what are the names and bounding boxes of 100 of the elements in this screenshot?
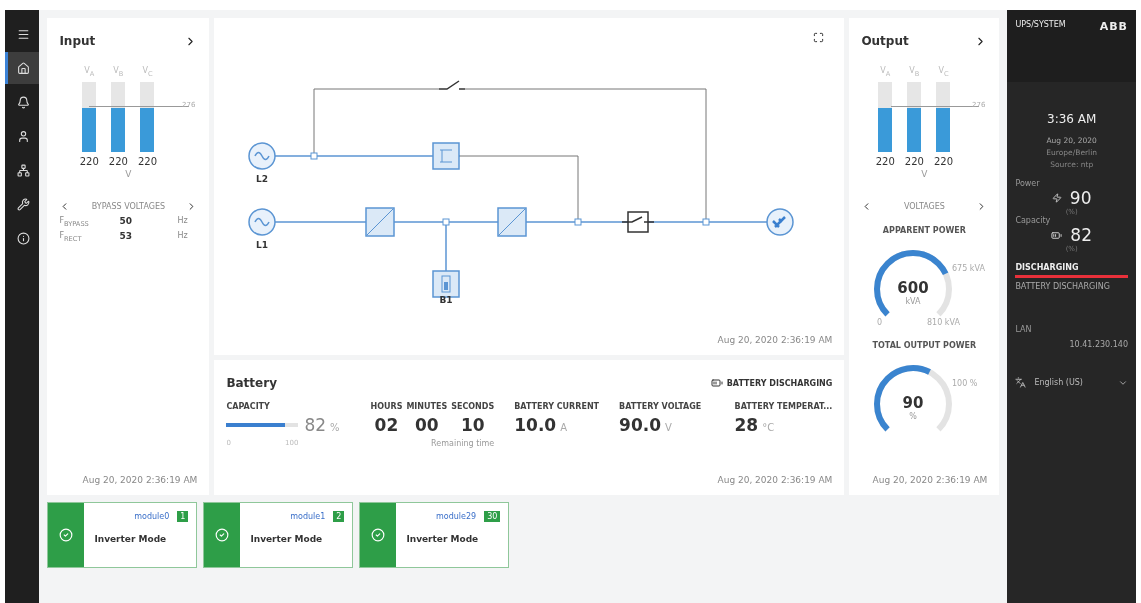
battery-icon xyxy=(432,270,461,298)
min-label: 0 xyxy=(877,317,883,327)
module-name: module1 xyxy=(290,512,326,521)
page-title: BYPASS VOLTAGES xyxy=(91,201,166,211)
capacity-value: 82 xyxy=(304,415,326,435)
module-name: module29 xyxy=(436,512,477,521)
metric-value: 10.0 xyxy=(514,415,557,435)
module-name: module0 xyxy=(134,512,170,521)
home-icon xyxy=(17,61,31,75)
static-switch-icon xyxy=(432,142,461,170)
reading-label: F$_{BYPASS}$ xyxy=(59,215,90,228)
gauge-title: TOTAL OUTPUT POWER xyxy=(871,340,978,350)
unit-label: °C xyxy=(762,422,775,433)
metric-value: 90.0 xyxy=(619,415,661,435)
panel-title: UPS/SYSTEM xyxy=(1015,20,1066,29)
source-label: L1 xyxy=(256,240,269,250)
user-icon xyxy=(17,129,31,143)
junction-node xyxy=(310,152,318,160)
capacity-value: 82 xyxy=(1070,225,1092,245)
fullscreen-icon xyxy=(813,32,825,43)
unit-label: % xyxy=(330,422,340,433)
source-label: L2 xyxy=(256,174,269,184)
page-title: VOLTAGES xyxy=(903,201,945,211)
unit-label: V xyxy=(920,168,929,179)
caption: Remaining time xyxy=(430,439,495,448)
power-value: 90 xyxy=(1069,188,1092,208)
unit-label: A xyxy=(560,422,567,433)
inverter-icon xyxy=(497,207,528,237)
info-icon xyxy=(17,231,31,245)
check-icon xyxy=(59,528,74,542)
time-label: HOURS xyxy=(370,402,403,411)
timestamp: Aug 20, 2020 2:36:19 AM xyxy=(82,475,198,485)
check-icon xyxy=(371,528,386,542)
module-number: 2 xyxy=(333,511,345,522)
timestamp: Aug 20, 2020 2:36:19 AM xyxy=(872,475,988,485)
network-label: LAN xyxy=(1014,325,1033,334)
time-label: SECONDS xyxy=(451,402,495,411)
sidebar-item[interactable] xyxy=(5,52,40,84)
voltage-value: 220 xyxy=(904,155,924,167)
junction-node xyxy=(442,218,450,226)
metric-value: 28 xyxy=(734,415,759,435)
time-label: MINUTES xyxy=(406,402,448,411)
fullscreen-button[interactable] xyxy=(813,32,825,43)
module-number: 30 xyxy=(484,511,501,522)
menu-icon xyxy=(17,27,31,41)
gauge-title: APPARENT POWER xyxy=(881,225,967,235)
check-icon xyxy=(215,528,230,542)
gauge-unit: kVA xyxy=(905,296,921,306)
state-detail: BATTERY DISCHARGING xyxy=(1014,281,1111,293)
time-value: 10 xyxy=(460,415,485,435)
reading-label: F$_{RECT}$ xyxy=(59,231,83,243)
limit-label: 675 kVA xyxy=(952,263,986,273)
module-number: 1 xyxy=(177,511,189,522)
voltage-value: 220 xyxy=(137,155,157,167)
time-value: 02 xyxy=(374,415,399,435)
module-card[interactable]: module0 1 Inverter Mode xyxy=(47,502,198,568)
limit-label: 100 % xyxy=(952,378,978,388)
clock: 3:36 AM xyxy=(1046,112,1098,126)
module-mode: Inverter Mode xyxy=(250,534,324,544)
breaker-icon xyxy=(621,211,656,233)
module-card[interactable]: module1 2 Inverter Mode xyxy=(203,502,354,568)
lightning-icon xyxy=(1051,193,1062,203)
reading-value: 50 xyxy=(119,215,133,228)
ip-address: 10.41.230.140 xyxy=(1068,339,1129,351)
reading-value: 53 xyxy=(119,231,133,243)
max-label: 810 kVA xyxy=(927,317,961,327)
gauge-value: 90 xyxy=(902,393,924,412)
ac-source-icon xyxy=(248,142,277,170)
card-title: Output xyxy=(861,34,909,48)
card-title: Battery xyxy=(226,376,277,390)
module-card[interactable]: module29 30 Inverter Mode xyxy=(359,502,510,568)
translate-icon xyxy=(1015,377,1027,388)
battery-label: B1 xyxy=(439,295,453,304)
gauge-value: 600 xyxy=(897,278,930,297)
metric-label: Power xyxy=(1014,179,1041,188)
unit-label: V xyxy=(124,168,133,179)
card-title: Input xyxy=(59,34,96,48)
language-select[interactable]: English (US) xyxy=(1007,355,1136,410)
timestamp: Aug 20, 2020 2:36:19 AM xyxy=(717,475,833,485)
switch-icon xyxy=(438,80,467,90)
unit-label: V xyxy=(665,422,672,433)
module-mode: Inverter Mode xyxy=(94,534,168,544)
reading-unit: Hz xyxy=(177,215,189,227)
load-icon xyxy=(766,208,795,236)
rectifier-icon xyxy=(365,207,396,237)
voltage-value: 220 xyxy=(933,155,953,167)
time-value: 00 xyxy=(414,415,439,435)
bell-icon xyxy=(17,95,31,109)
timestamp: Aug 20, 2020 2:36:19 AM xyxy=(717,335,833,345)
metric-label: BATTERY CURRENT xyxy=(514,402,600,411)
state-label: DISCHARGING xyxy=(1014,262,1080,274)
metric-label: CAPACITY xyxy=(226,402,271,411)
ac-source-icon xyxy=(248,208,277,236)
metric-label: BATTERY VOLTAGE xyxy=(619,402,703,411)
junction-node xyxy=(702,218,710,226)
wrench-icon xyxy=(17,197,31,211)
gauge-unit: % xyxy=(909,411,918,421)
logo: ABB xyxy=(1099,20,1128,33)
voltage-value: 220 xyxy=(875,155,895,167)
battery-icon xyxy=(710,377,723,389)
